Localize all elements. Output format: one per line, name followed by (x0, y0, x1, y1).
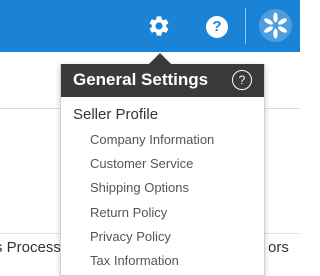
menu-item-tax-information[interactable]: Tax Information (90, 253, 179, 268)
dropdown-header: General Settings ? (61, 64, 264, 97)
background-text-right: ors (268, 239, 289, 256)
spark-logo-icon (264, 12, 287, 39)
header-divider (245, 8, 246, 44)
dropdown-help-button[interactable]: ? (232, 70, 252, 90)
menu-item-shipping-options[interactable]: Shipping Options (90, 180, 189, 195)
help-button[interactable]: ? (206, 16, 228, 38)
dropdown-title: General Settings (73, 70, 209, 89)
menu-item-customer-service[interactable]: Customer Service (90, 156, 193, 171)
dropdown-caret (149, 53, 171, 64)
background-text-left: s Processi (0, 239, 65, 256)
top-bar: ? (0, 0, 300, 52)
section-title: Seller Profile (73, 106, 159, 123)
menu-item-company-information[interactable]: Company Information (90, 132, 214, 147)
menu-item-privacy-policy[interactable]: Privacy Policy (90, 229, 171, 244)
account-button[interactable] (259, 9, 292, 42)
menu-item-return-policy[interactable]: Return Policy (90, 205, 167, 220)
gear-icon[interactable] (147, 14, 171, 38)
general-settings-dropdown: General Settings ? Seller Profile Compan… (60, 64, 265, 276)
